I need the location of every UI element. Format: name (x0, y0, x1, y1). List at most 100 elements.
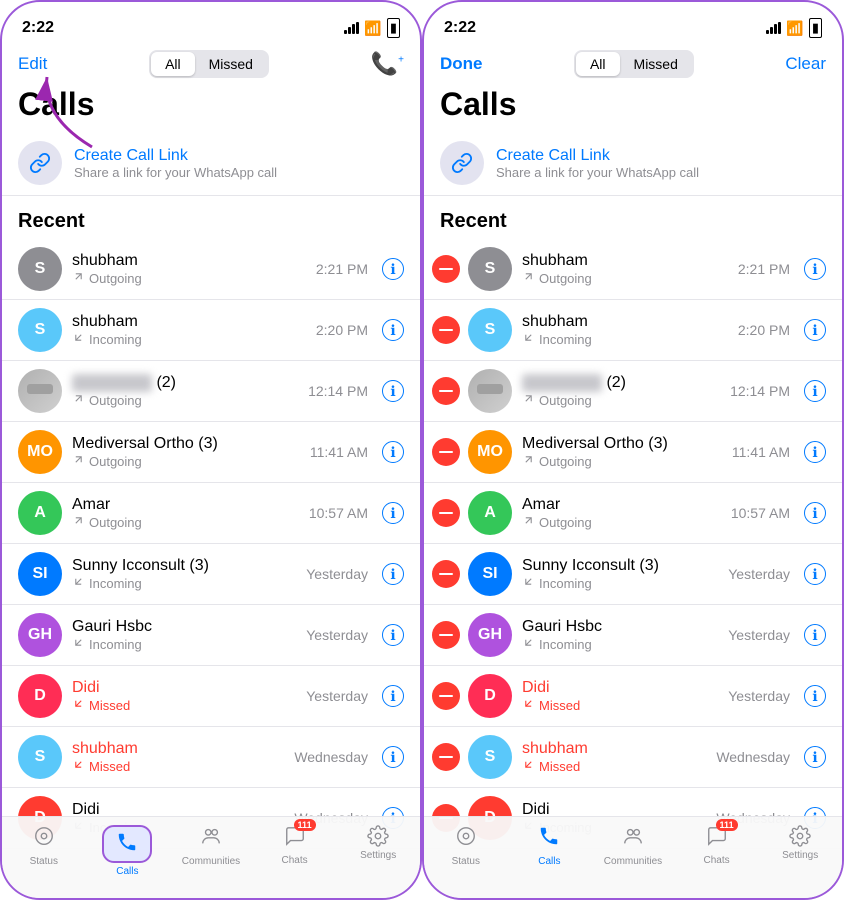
call-name: shubham (522, 313, 738, 331)
tab-label-settings-left: Settings (360, 850, 396, 861)
avatar-initials: MO (18, 430, 62, 474)
call-direction: Missed (522, 758, 716, 774)
delete-button[interactable] (432, 682, 460, 710)
call-item-right: 12:14 PM ℹ (308, 380, 404, 402)
direction-label: Incoming (539, 576, 592, 591)
direction-icon (72, 453, 85, 469)
tab-settings-left[interactable]: Settings (336, 825, 420, 861)
call-item[interactable]: S shubham Missed Wednesday ℹ (2, 727, 420, 788)
missed-tab-right[interactable]: Missed (620, 52, 692, 76)
info-button[interactable]: ℹ (804, 685, 826, 707)
settings-icon-left (367, 825, 389, 847)
tab-label-communities-left: Communities (182, 856, 240, 867)
delete-button[interactable] (432, 621, 460, 649)
call-name: shubham (522, 740, 716, 758)
info-button[interactable]: ℹ (382, 746, 404, 768)
add-call-button-left[interactable]: 📞+ (371, 51, 404, 77)
info-button[interactable]: ℹ (382, 563, 404, 585)
avatar: D (468, 674, 512, 718)
call-item[interactable]: GH Gauri Hsbc Incoming Yesterday ℹ (424, 605, 842, 666)
link-title-right: Create Call Link (496, 147, 699, 165)
delete-button[interactable] (432, 377, 460, 405)
info-button[interactable]: ℹ (804, 441, 826, 463)
avatar-initials: SI (18, 552, 62, 596)
info-button[interactable]: ℹ (804, 746, 826, 768)
call-item[interactable]: D Didi Missed Yesterday ℹ (424, 666, 842, 727)
call-item[interactable]: MO Mediversal Ortho (3) Outgoing 11:41 A… (2, 422, 420, 483)
direction-label: Outgoing (539, 454, 592, 469)
info-button[interactable]: ℹ (382, 258, 404, 280)
tab-status-right[interactable]: Status (424, 825, 508, 867)
info-button[interactable]: ℹ (804, 258, 826, 280)
avatar: A (468, 491, 512, 535)
delete-button[interactable] (432, 560, 460, 588)
tab-chats-left[interactable]: 111 Chats (253, 825, 337, 866)
avatar: D (18, 674, 62, 718)
direction-label: Missed (539, 759, 580, 774)
delete-button[interactable] (432, 255, 460, 283)
avatar-initials: S (468, 308, 512, 352)
call-time: Yesterday (728, 627, 790, 643)
create-link-row-right[interactable]: Create Call Link Share a link for your W… (424, 131, 842, 196)
call-item[interactable]: SI Sunny Icconsult (3) Incoming Yesterda… (424, 544, 842, 605)
call-item[interactable]: S shubham Outgoing 2:21 PM ℹ (2, 239, 420, 300)
call-item[interactable]: S shubham Incoming 2:20 PM ℹ (424, 300, 842, 361)
info-button[interactable]: ℹ (382, 441, 404, 463)
avatar: S (18, 308, 62, 352)
info-button[interactable]: ℹ (804, 319, 826, 341)
calls-tab-box-left (102, 825, 152, 863)
call-item[interactable]: BLURRED (2) Outgoing 12:14 PM ℹ (2, 361, 420, 422)
call-item[interactable]: S shubham Missed Wednesday ℹ (424, 727, 842, 788)
tab-communities-left[interactable]: Communities (169, 825, 253, 867)
call-item[interactable]: D Didi Missed Yesterday ℹ (2, 666, 420, 727)
delete-button[interactable] (432, 438, 460, 466)
call-item[interactable]: S shubham Outgoing 2:21 PM ℹ (424, 239, 842, 300)
delete-button[interactable] (432, 316, 460, 344)
info-button[interactable]: ℹ (382, 502, 404, 524)
info-button[interactable]: ℹ (382, 624, 404, 646)
avatar (468, 369, 512, 413)
create-link-row-left[interactable]: Create Call Link Share a link for your W… (2, 131, 420, 196)
info-button[interactable]: ℹ (804, 563, 826, 585)
done-button[interactable]: Done (440, 54, 483, 74)
info-button[interactable]: ℹ (382, 319, 404, 341)
info-button[interactable]: ℹ (804, 380, 826, 402)
info-button[interactable]: ℹ (382, 380, 404, 402)
tab-status-left[interactable]: Status (2, 825, 86, 867)
direction-icon (72, 514, 85, 530)
link-sub-left: Share a link for your WhatsApp call (74, 165, 277, 180)
avatar: S (468, 735, 512, 779)
call-item[interactable]: SI Sunny Icconsult (3) Incoming Yesterda… (2, 544, 420, 605)
call-item[interactable]: A Amar Outgoing 10:57 AM ℹ (424, 483, 842, 544)
tab-label-chats-right: Chats (704, 855, 730, 866)
tab-calls-right[interactable]: Calls (508, 825, 592, 867)
call-item[interactable]: S shubham Incoming 2:20 PM ℹ (2, 300, 420, 361)
direction-label: Missed (89, 759, 130, 774)
delete-button[interactable] (432, 499, 460, 527)
tab-settings-right[interactable]: Settings (758, 825, 842, 861)
missed-tab-left[interactable]: Missed (195, 52, 267, 76)
communities-icon-left (200, 825, 222, 853)
info-button[interactable]: ℹ (804, 624, 826, 646)
avatar-initials: MO (468, 430, 512, 474)
call-item-right: 11:41 AM ℹ (310, 441, 404, 463)
all-tab-right[interactable]: All (576, 52, 620, 76)
all-tab-left[interactable]: All (151, 52, 195, 76)
status-icons-right: 📶 ▮ (766, 18, 822, 38)
clear-button[interactable]: Clear (785, 54, 826, 74)
tab-chats-right[interactable]: 111 Chats (675, 825, 759, 866)
call-item[interactable]: BLURRED (2) Outgoing 12:14 PM ℹ (424, 361, 842, 422)
edit-button[interactable]: Edit (18, 54, 47, 74)
tab-communities-right[interactable]: Communities (591, 825, 675, 867)
info-button[interactable]: ℹ (382, 685, 404, 707)
call-time: Yesterday (728, 566, 790, 582)
delete-button[interactable] (432, 743, 460, 771)
call-direction: Outgoing (72, 514, 309, 530)
call-item[interactable]: A Amar Outgoing 10:57 AM ℹ (2, 483, 420, 544)
avatar-initials: SI (468, 552, 512, 596)
call-item[interactable]: MO Mediversal Ortho (3) Outgoing 11:41 A… (424, 422, 842, 483)
tab-calls-left[interactable]: Calls (86, 825, 170, 877)
call-time: 2:20 PM (738, 322, 790, 338)
call-item[interactable]: GH Gauri Hsbc Incoming Yesterday ℹ (2, 605, 420, 666)
info-button[interactable]: ℹ (804, 502, 826, 524)
